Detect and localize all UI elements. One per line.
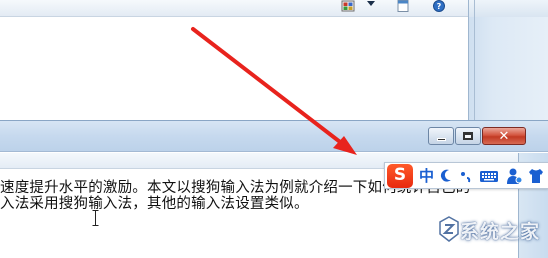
ime-toolbar: S 中 [384, 162, 548, 189]
dropdown-arrow-icon[interactable] [366, 0, 376, 12]
background-toolbar: ? [0, 0, 474, 17]
maximize-button[interactable] [455, 127, 481, 145]
close-button[interactable]: ✕ [482, 127, 526, 145]
watermark-text: 系统之家 [460, 221, 541, 243]
text-cursor-icon [92, 210, 99, 226]
background-window: ? [0, 0, 548, 120]
grid-icon[interactable] [341, 0, 355, 12]
frame-edge [474, 0, 475, 120]
background-window-frame [468, 0, 548, 120]
help-icon[interactable]: ? [432, 0, 446, 12]
punctuation-icon[interactable] [459, 167, 473, 185]
moon-icon[interactable] [440, 167, 454, 185]
page-icon[interactable] [396, 0, 410, 12]
skin-icon[interactable] [527, 167, 545, 185]
svg-text:?: ? [437, 2, 442, 11]
chinese-mode-toggle[interactable]: 中 [419, 167, 434, 185]
maximize-icon [463, 132, 473, 140]
keyboard-icon[interactable] [479, 167, 499, 185]
user-icon[interactable] [505, 167, 523, 185]
close-icon: ✕ [498, 128, 510, 144]
document-text-line: 入法采用搜狗输入法，其他的输入法设置类似。 [0, 196, 309, 212]
watermark: 系统之家 [438, 212, 548, 258]
window-titlebar[interactable]: ✕ [0, 120, 548, 152]
watermark-logo-icon [439, 216, 459, 242]
minimize-button[interactable] [428, 127, 454, 145]
minimize-icon [436, 137, 446, 141]
sogou-logo[interactable]: S [387, 164, 413, 188]
frame-top [469, 0, 548, 17]
